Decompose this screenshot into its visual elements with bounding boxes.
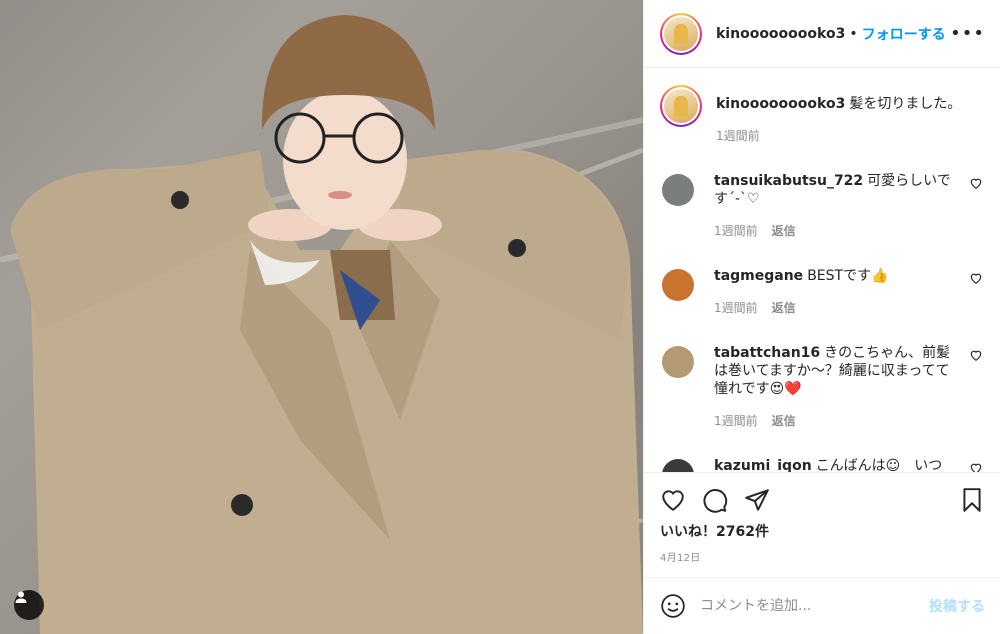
comment-text: こんばんは☺︎ いつ: [815, 458, 943, 472]
reply-button[interactable]: 返信: [772, 299, 796, 316]
comment-avatar[interactable]: [662, 174, 694, 206]
comment-avatar[interactable]: [662, 346, 694, 378]
caption: kinooooooooko3 髪を切りました。 1週間前: [660, 85, 985, 144]
caption-avatar[interactable]: [660, 85, 702, 127]
header-separator: •: [849, 25, 858, 42]
user-icon: [15, 591, 27, 603]
comment-username[interactable]: tabattchan16: [714, 345, 820, 361]
heart-icon[interactable]: [660, 487, 686, 513]
bookmark-icon[interactable]: [959, 487, 985, 513]
reply-button[interactable]: 返信: [772, 222, 796, 239]
comment-text: BESTです👍: [807, 268, 889, 284]
comment-item: tansuikabutsu_722 可愛らしいです´-`♡ 1週間前 返信: [660, 172, 985, 239]
add-comment-bar: 投稿する: [644, 577, 1000, 634]
header-username[interactable]: kinooooooooko3: [716, 26, 845, 42]
share-icon[interactable]: [744, 487, 770, 513]
caption-text: 髪を切りました。: [849, 96, 962, 112]
caption-time[interactable]: 1週間前: [716, 127, 760, 144]
comment-username[interactable]: tansuikabutsu_722: [714, 173, 863, 189]
comment-item: tabattchan16 きのこちゃん、前髪は巻いてますか〜？綺麗に収まってて憧れ…: [660, 344, 985, 429]
comment-time[interactable]: 1週間前: [714, 222, 758, 239]
comment-icon[interactable]: [702, 487, 728, 513]
comment-username[interactable]: kazumi_iqon: [714, 458, 812, 472]
comments-list[interactable]: kinooooooooko3 髪を切りました。 1週間前 tansuikabuts…: [644, 69, 1000, 472]
post-button[interactable]: 投稿する: [929, 596, 985, 616]
comment-avatar[interactable]: [662, 269, 694, 301]
post-header: kinooooooooko3 • フォローする •••: [644, 0, 1000, 68]
post-date[interactable]: 4月12日: [660, 549, 985, 564]
comment-avatar[interactable]: [662, 459, 694, 472]
heart-icon[interactable]: [969, 271, 983, 285]
more-icon[interactable]: •••: [950, 23, 985, 44]
heart-icon[interactable]: [969, 176, 983, 190]
comment-input[interactable]: [700, 598, 929, 614]
emoji-icon[interactable]: [660, 593, 686, 619]
comment-time[interactable]: 1週間前: [714, 412, 758, 429]
reply-button[interactable]: 返信: [772, 412, 796, 429]
caption-username[interactable]: kinooooooooko3: [716, 96, 845, 112]
avatar[interactable]: [660, 12, 702, 55]
comment-item: tagmegane BESTです👍 1週間前 返信: [660, 267, 985, 316]
heart-icon[interactable]: [969, 348, 983, 362]
post-detail-pane: kinooooooooko3 • フォローする ••• kinooooooook…: [643, 0, 1000, 634]
post-photo[interactable]: [0, 0, 643, 634]
follow-button[interactable]: フォローする: [862, 24, 946, 44]
comment-item: kazumi_iqon こんばんは☺︎ いつ: [660, 457, 985, 472]
comment-username[interactable]: tagmegane: [714, 268, 803, 284]
heart-icon[interactable]: [969, 461, 983, 472]
photo-illustration: [0, 0, 643, 634]
post-actions: いいね！2762件 4月12日: [644, 472, 1000, 564]
user-tag-button[interactable]: [14, 590, 44, 620]
likes-count[interactable]: いいね！2762件: [660, 521, 985, 541]
comment-time[interactable]: 1週間前: [714, 299, 758, 316]
